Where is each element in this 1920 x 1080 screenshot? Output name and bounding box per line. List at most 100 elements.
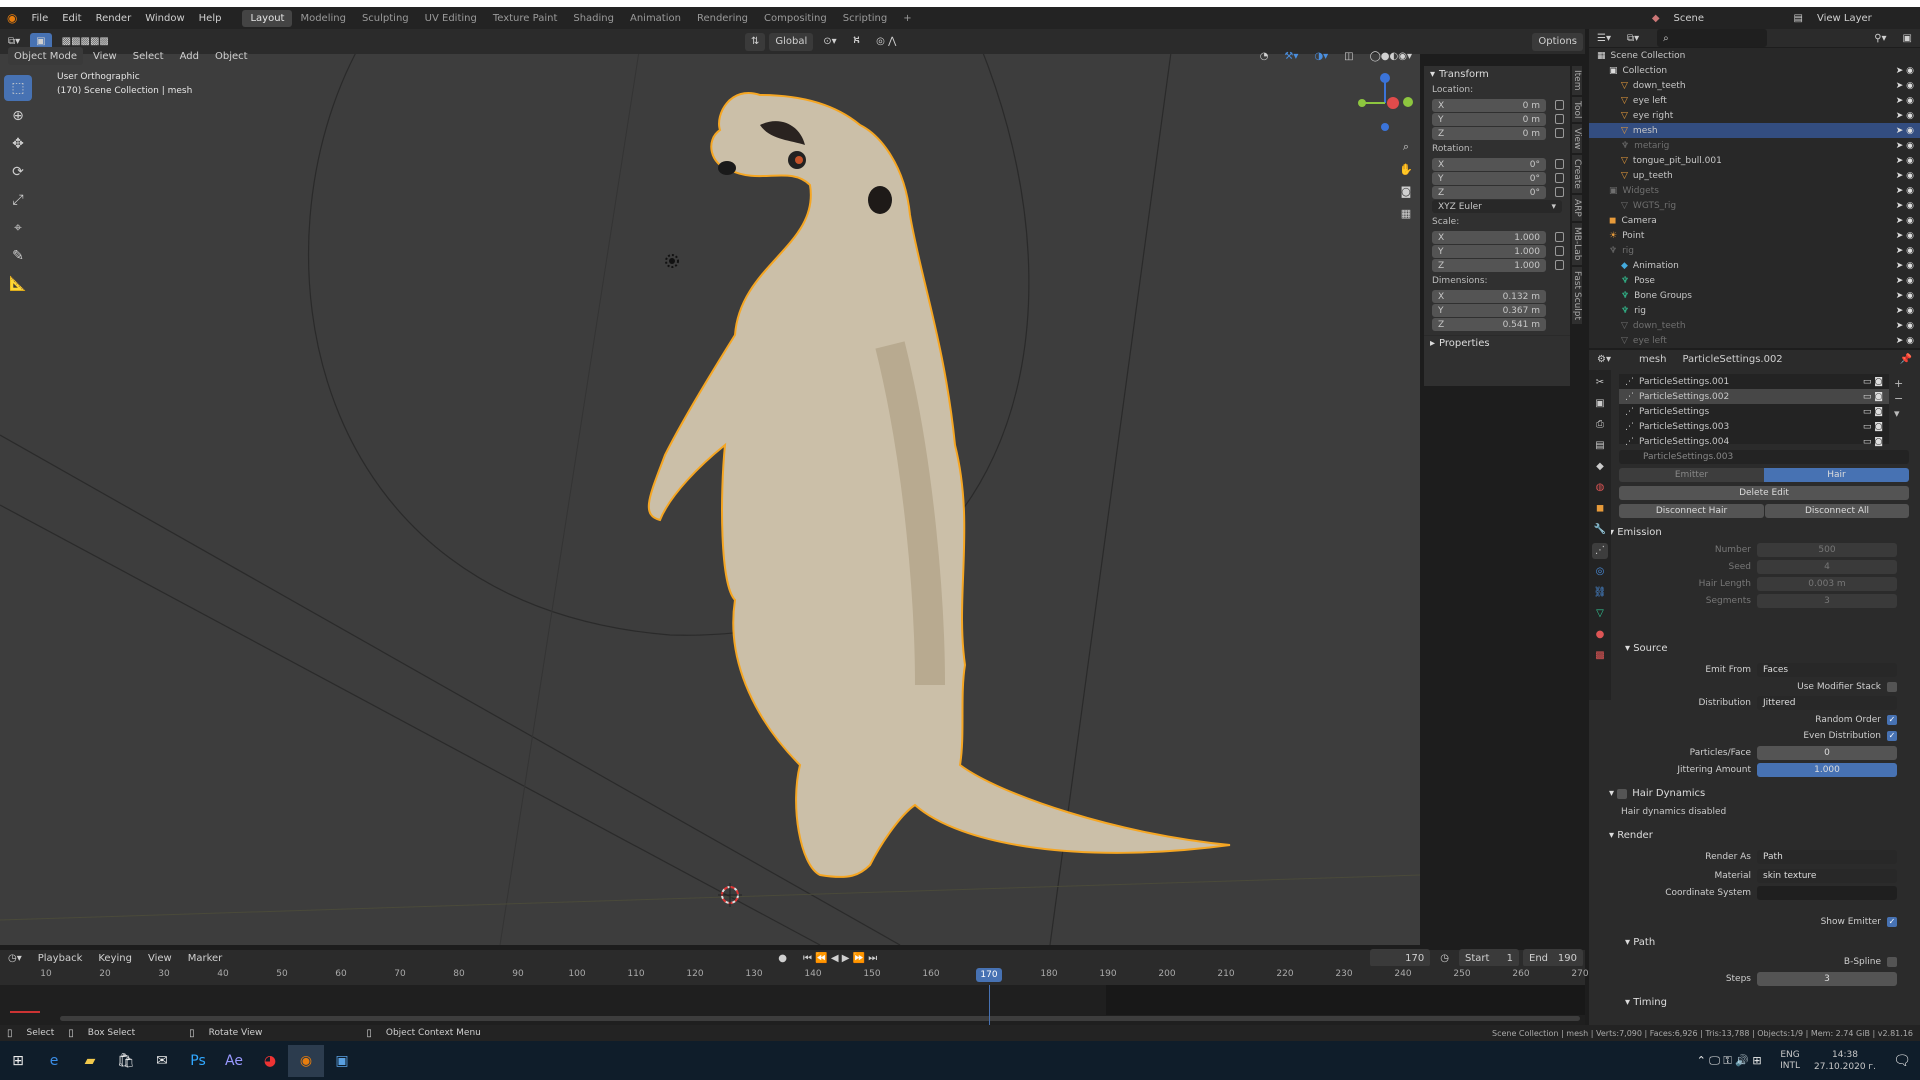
end-frame-field[interactable]: End 190 (1523, 949, 1583, 967)
move-tool-icon[interactable]: ✥ (4, 131, 32, 157)
properties-editor-icon[interactable]: ⚙▾ (1591, 350, 1617, 368)
steps-field[interactable]: 3 (1757, 972, 1897, 986)
lock-icon[interactable] (1555, 260, 1564, 270)
lock-icon[interactable] (1555, 232, 1564, 242)
outliner-row[interactable]: ◆ Animation ➤ ◉ (1589, 258, 1920, 273)
workspace-tab-shading[interactable]: Shading (565, 10, 622, 27)
visibility-eye-icon[interactable]: ➤ ◉ (1896, 186, 1914, 196)
lock-icon[interactable] (1555, 159, 1564, 169)
even-distribution-checkbox[interactable]: ✓ (1887, 731, 1897, 741)
scene-tab-icon[interactable]: ◆ (1592, 459, 1608, 475)
visibility-eye-icon[interactable]: ➤ ◉ (1896, 141, 1914, 151)
disconnect-all-button[interactable]: Disconnect All (1765, 504, 1909, 518)
viewport-menu-object[interactable]: Object (209, 47, 254, 65)
sidebar-tab-tool[interactable]: Tool (1572, 96, 1582, 122)
remove-icon[interactable]: − (1894, 391, 1903, 406)
outliner-row[interactable]: ☀ Point ➤ ◉ (1589, 228, 1920, 243)
sidebar-tab-create[interactable]: Create (1572, 155, 1582, 194)
visibility-eye-icon[interactable]: ➤ ◉ (1896, 201, 1914, 211)
workspace-tab-modeling[interactable]: Modeling (292, 10, 354, 27)
visibility-eye-icon[interactable]: ➤ ◉ (1896, 336, 1914, 346)
timeline-editor-icon[interactable]: ◷▾ (2, 949, 28, 967)
sidebar-tab-arp[interactable]: ARP (1572, 195, 1582, 222)
output-tab-icon[interactable]: ⎙ (1592, 417, 1608, 433)
bspline-checkbox[interactable] (1887, 957, 1897, 967)
menu-window[interactable]: Window (138, 13, 191, 24)
visibility-eye-icon[interactable]: ➤ ◉ (1896, 171, 1914, 181)
new-collection-icon[interactable]: ▣ (1897, 29, 1918, 47)
app-window-icon[interactable]: ▣ (324, 1045, 360, 1077)
viewport-menu-select[interactable]: Select (127, 47, 170, 65)
texture-tab-icon[interactable]: ▩ (1592, 648, 1608, 664)
lock-icon[interactable] (1555, 187, 1564, 197)
particle-system-item[interactable]: ⋰ ParticleSettings.003 ▭ ◙ (1619, 419, 1889, 434)
material-tab-icon[interactable]: ● (1592, 627, 1608, 643)
outliner-row[interactable]: ♆ rig ➤ ◉ (1589, 303, 1920, 318)
workspace-tab-uv-editing[interactable]: UV Editing (417, 10, 485, 27)
timeline-menu-marker[interactable]: Marker (182, 949, 229, 967)
material-dropdown[interactable]: skin texture (1757, 869, 1897, 883)
lock-icon[interactable] (1555, 100, 1564, 110)
location-x-field[interactable]: X 0 m (1432, 99, 1564, 112)
workspace-tab-rendering[interactable]: Rendering (689, 10, 756, 27)
add-icon[interactable]: + (1894, 376, 1903, 391)
display-mode-icon[interactable]: ⧉▾ (1621, 29, 1645, 47)
workspace-tab-layout[interactable]: Layout (242, 9, 293, 27)
grid-view-icon[interactable]: ▦ (1396, 203, 1416, 223)
pin-icon[interactable]: 📌 (1894, 350, 1918, 368)
timeline-menu-view[interactable]: View (142, 949, 178, 967)
location-y-field[interactable]: Y 0 m (1432, 113, 1564, 126)
render-toggle-icon[interactable]: ▭ ◙ (1863, 377, 1883, 387)
clock[interactable]: 14:38 27.10.2020 г. (1806, 1049, 1884, 1073)
outliner-row[interactable]: ▣ Widgets ➤ ◉ (1589, 183, 1920, 198)
sidebar-tab-item[interactable]: Item (1572, 66, 1582, 95)
pan-hand-icon[interactable]: ✋ (1396, 159, 1416, 179)
view-layer-selector[interactable]: View Layer (1810, 13, 1920, 24)
world-tab-icon[interactable]: ◍ (1592, 480, 1608, 496)
photoshop-icon[interactable]: Ps (180, 1045, 216, 1077)
particle-system-item[interactable]: ⋰ ParticleSettings.002 ▭ ◙ (1619, 389, 1889, 404)
rotation-y-field[interactable]: Y 0° (1432, 172, 1564, 185)
particle-system-item[interactable]: ⋰ ParticleSettings.001 ▭ ◙ (1619, 374, 1889, 389)
edge-browser-icon[interactable]: e (36, 1045, 72, 1077)
camera-view-icon[interactable]: ◙ (1396, 181, 1416, 201)
outliner-row[interactable]: ▽ WGTS_rig ➤ ◉ (1589, 198, 1920, 213)
scale-x-field[interactable]: X 1.000 (1432, 231, 1564, 244)
timing-section-header[interactable]: ▾ Timing (1625, 994, 1920, 1011)
outliner-row[interactable]: ▽ eye left ➤ ◉ (1589, 333, 1920, 348)
visibility-eye-icon[interactable]: ➤ ◉ (1896, 216, 1914, 226)
current-frame-field[interactable]: 170 (1370, 949, 1431, 967)
options-dropdown[interactable]: Options (1532, 32, 1583, 51)
render-as-dropdown[interactable]: Path (1757, 850, 1897, 864)
source-section-header[interactable]: ▾ Source (1625, 640, 1920, 657)
outliner-row[interactable]: ♆ rig ➤ ◉ (1589, 243, 1920, 258)
viewport-menu-add[interactable]: Add (174, 47, 205, 65)
visibility-eye-icon[interactable]: ➤ ◉ (1896, 261, 1914, 271)
tool-settings-tab-icon[interactable]: ✂ (1592, 375, 1608, 391)
outliner-row[interactable]: ▽ down_teeth ➤ ◉ (1589, 78, 1920, 93)
measure-tool-icon[interactable]: 📐 (4, 271, 32, 297)
playhead-indicator[interactable]: 170 (976, 968, 1002, 982)
visibility-eye-icon[interactable]: ➤ ◉ (1896, 156, 1914, 166)
visibility-eye-icon[interactable]: ➤ ◉ (1896, 111, 1914, 121)
outliner-row[interactable]: ▽ eye right ➤ ◉ (1589, 108, 1920, 123)
hair-dynamics-checkbox[interactable] (1617, 788, 1628, 799)
modifier-tab-icon[interactable]: 🔧 (1592, 522, 1608, 538)
xray-icon[interactable]: ◫ (1338, 47, 1359, 65)
outliner-editor-icon[interactable]: ☰▾ (1591, 29, 1617, 47)
render-tab-icon[interactable]: ▣ (1592, 396, 1608, 412)
menu-help[interactable]: Help (192, 13, 229, 24)
jittering-amount-slider[interactable]: 1.000 (1757, 763, 1897, 777)
lock-icon[interactable] (1555, 173, 1564, 183)
visibility-eye-icon[interactable]: ➤ ◉ (1896, 291, 1914, 301)
render-toggle-icon[interactable]: ▭ ◙ (1863, 422, 1883, 432)
lock-icon[interactable] (1555, 128, 1564, 138)
windows-start-icon[interactable]: ⊞ (0, 1045, 36, 1077)
physics-tab-icon[interactable]: ◎ (1592, 564, 1608, 580)
visibility-eye-icon[interactable]: ➤ ◉ (1896, 126, 1914, 136)
workspace-tab-sculpting[interactable]: Sculpting (354, 10, 417, 27)
sidebar-tab-mb-lab[interactable]: MB-Lab (1572, 223, 1582, 265)
visibility-eye-icon[interactable]: ➤ ◉ (1896, 231, 1914, 241)
scale-tool-icon[interactable]: ⤢ (4, 187, 32, 213)
mail-icon[interactable]: ✉ (144, 1045, 180, 1077)
